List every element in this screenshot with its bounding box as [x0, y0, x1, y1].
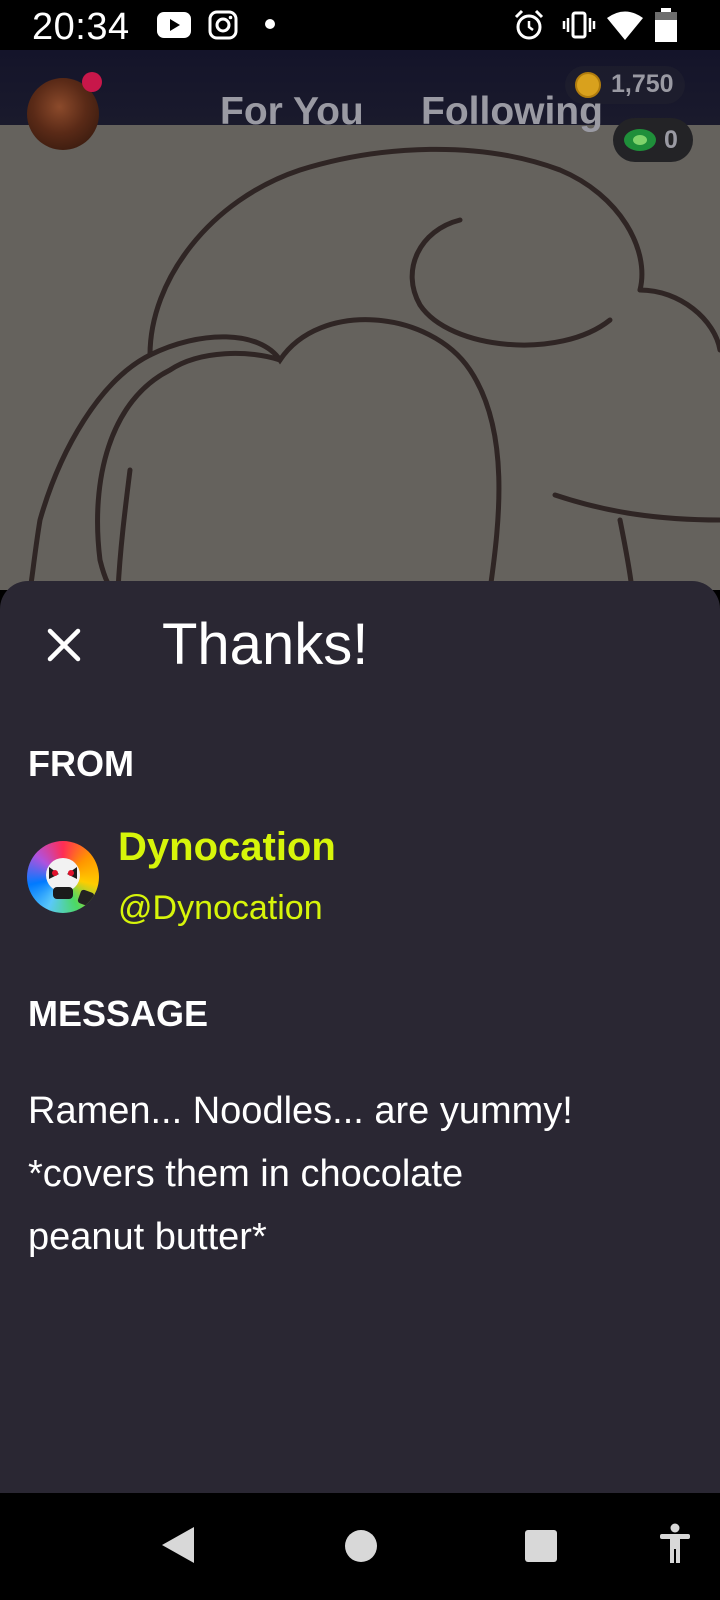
- coin-balance: 1,750: [611, 70, 674, 98]
- instagram-icon: [208, 10, 238, 40]
- video-background[interactable]: For You Following 1,750 0: [0, 50, 720, 590]
- home-icon[interactable]: [344, 1529, 378, 1563]
- coin-icon: [575, 72, 601, 98]
- wifi-icon: [607, 11, 643, 40]
- sender-name[interactable]: Dynocation: [118, 825, 336, 870]
- cash-balance: 0: [664, 126, 678, 154]
- close-icon[interactable]: [40, 621, 88, 669]
- from-label: FROM: [28, 743, 134, 784]
- alarm-icon: [514, 9, 544, 40]
- status-time: 20:34: [32, 6, 130, 48]
- youtube-icon: [157, 12, 191, 38]
- vibrate-icon: [562, 11, 596, 39]
- thanks-sheet: [0, 581, 720, 1493]
- message-label: MESSAGE: [28, 993, 209, 1034]
- live-indicator-dot: [82, 72, 102, 92]
- notification-dot-icon: [265, 19, 275, 29]
- message-text: Ramen... Noodles... are yummy! *covers t…: [28, 1090, 573, 1258]
- tab-for-you[interactable]: For You: [220, 90, 364, 134]
- system-nav-bar: [0, 1493, 720, 1600]
- accessibility-icon[interactable]: [658, 1523, 692, 1563]
- cash-icon: [624, 129, 656, 151]
- sender-avatar[interactable]: [27, 841, 99, 913]
- battery-icon: [655, 8, 677, 42]
- status-bar: 20:34: [0, 0, 720, 50]
- back-icon[interactable]: [160, 1525, 196, 1565]
- recents-icon[interactable]: [524, 1529, 558, 1563]
- sheet-title: Thanks!: [162, 612, 369, 677]
- sender-handle[interactable]: @Dynocation: [118, 889, 323, 928]
- sender-avatar-art: [46, 858, 95, 907]
